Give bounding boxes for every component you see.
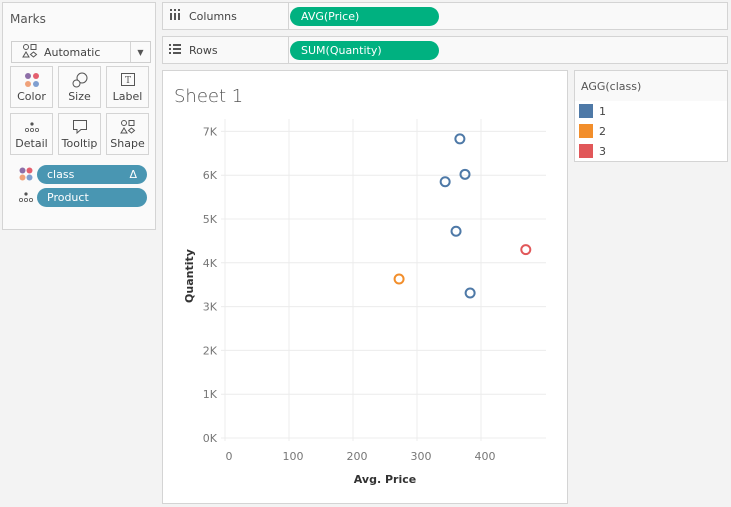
y-tick-label: 0K <box>203 432 218 445</box>
detail-encoding-icon <box>15 191 37 203</box>
y-tick-label: 4K <box>203 257 218 270</box>
rows-icon <box>169 43 185 57</box>
scatter-point[interactable] <box>520 244 532 256</box>
chevron-down-icon[interactable]: ▼ <box>130 42 150 62</box>
y-tick-label: 3K <box>203 301 218 314</box>
scatter-point[interactable] <box>454 133 466 145</box>
x-axis-label: Avg. Price <box>354 473 416 486</box>
x-axis-ticks: 0 100 200 300 400 <box>226 450 496 463</box>
color-button[interactable]: Color <box>10 66 53 108</box>
mark-type-label: Automatic <box>44 45 101 59</box>
detail-icon <box>24 117 40 137</box>
shape-label: Shape <box>110 137 145 150</box>
columns-icon <box>169 9 185 23</box>
legend-item-label: 1 <box>599 104 606 118</box>
x-tick-label: 100 <box>283 450 304 463</box>
columns-shelf[interactable]: Columns AVG(Price) <box>162 2 728 30</box>
scatter-point[interactable] <box>450 225 462 237</box>
columns-label: Columns <box>189 9 237 23</box>
y-tick-label: 2K <box>203 344 218 357</box>
legend-item-label: 3 <box>599 144 606 158</box>
sheet-view: Sheet 1 0K 1K 2K 3K 4K 5K 6K 7K 0 100 200 300 400 A… <box>162 70 568 504</box>
legend-item[interactable]: 1 <box>575 101 727 121</box>
detail-label: Detail <box>15 137 48 150</box>
legend-item[interactable]: 3 <box>575 141 727 161</box>
y-tick-label: 1K <box>203 388 218 401</box>
x-tick-label: 300 <box>411 450 432 463</box>
tooltip-button[interactable]: Tooltip <box>58 113 101 155</box>
shape-button[interactable]: Shape <box>106 113 149 155</box>
y-axis-label: Quantity <box>183 249 196 303</box>
product-field-row: Product <box>15 187 147 207</box>
color-legend: AGG(class) 1 2 3 <box>574 70 728 162</box>
legend-title: AGG(class) <box>575 71 727 101</box>
rows-label: Rows <box>189 43 218 57</box>
avg-price-pill[interactable]: AVG(Price) <box>290 7 439 26</box>
y-tick-label: 5K <box>203 213 218 226</box>
scatter-point[interactable] <box>439 176 451 188</box>
color-icon <box>24 70 40 90</box>
scatter-point[interactable] <box>393 273 405 285</box>
y-tick-label: 7K <box>203 125 218 138</box>
class-field-row: class Δ <box>15 164 147 184</box>
legend-swatch <box>579 144 593 158</box>
y-tick-label: 6K <box>203 169 218 182</box>
detail-button[interactable]: Detail <box>10 113 53 155</box>
automatic-mark-icon <box>22 44 40 60</box>
scatter-chart: 0K 1K 2K 3K 4K 5K 6K 7K 0 100 200 300 400 Avg. Pric… <box>183 119 546 486</box>
size-icon <box>72 70 88 90</box>
label-label: Label <box>112 90 143 103</box>
marks-title: Marks <box>10 12 46 26</box>
class-pill-label: class <box>47 167 75 181</box>
class-pill[interactable]: class Δ <box>37 164 147 184</box>
rows-shelf-label: Rows <box>163 37 289 63</box>
svg-text:T: T <box>124 76 130 86</box>
mark-type-dropdown[interactable]: Automatic ▼ <box>11 41 151 63</box>
scatter-point[interactable] <box>459 168 471 180</box>
data-points <box>393 133 532 299</box>
product-pill-label: Product <box>47 190 89 204</box>
label-icon: T <box>120 70 136 90</box>
size-label: Size <box>68 90 91 103</box>
size-button[interactable]: Size <box>58 66 101 108</box>
delta-icon: Δ <box>129 167 137 181</box>
legend-item-label: 2 <box>599 124 606 138</box>
product-pill[interactable]: Product <box>37 187 147 207</box>
legend-swatch <box>579 124 593 138</box>
color-label: Color <box>17 90 46 103</box>
marks-card: Marks Automatic ▼ Color Size T Label Det… <box>2 2 156 230</box>
shape-icon <box>119 117 136 137</box>
sum-quantity-pill[interactable]: SUM(Quantity) <box>290 41 439 60</box>
x-tick-label: 200 <box>347 450 368 463</box>
x-tick-label: 0 <box>226 450 233 463</box>
label-button[interactable]: T Label <box>106 66 149 108</box>
legend-swatch <box>579 104 593 118</box>
rows-shelf[interactable]: Rows SUM(Quantity) <box>162 36 728 64</box>
color-encoding-icon <box>15 167 37 181</box>
tooltip-label: Tooltip <box>61 137 98 150</box>
columns-shelf-label: Columns <box>163 3 289 29</box>
grid-lines <box>221 119 546 441</box>
x-tick-label: 400 <box>475 450 496 463</box>
y-axis-ticks: 0K 1K 2K 3K 4K 5K 6K 7K <box>203 125 218 445</box>
scatter-point[interactable] <box>464 287 476 299</box>
legend-item[interactable]: 2 <box>575 121 727 141</box>
tooltip-icon <box>72 117 88 137</box>
